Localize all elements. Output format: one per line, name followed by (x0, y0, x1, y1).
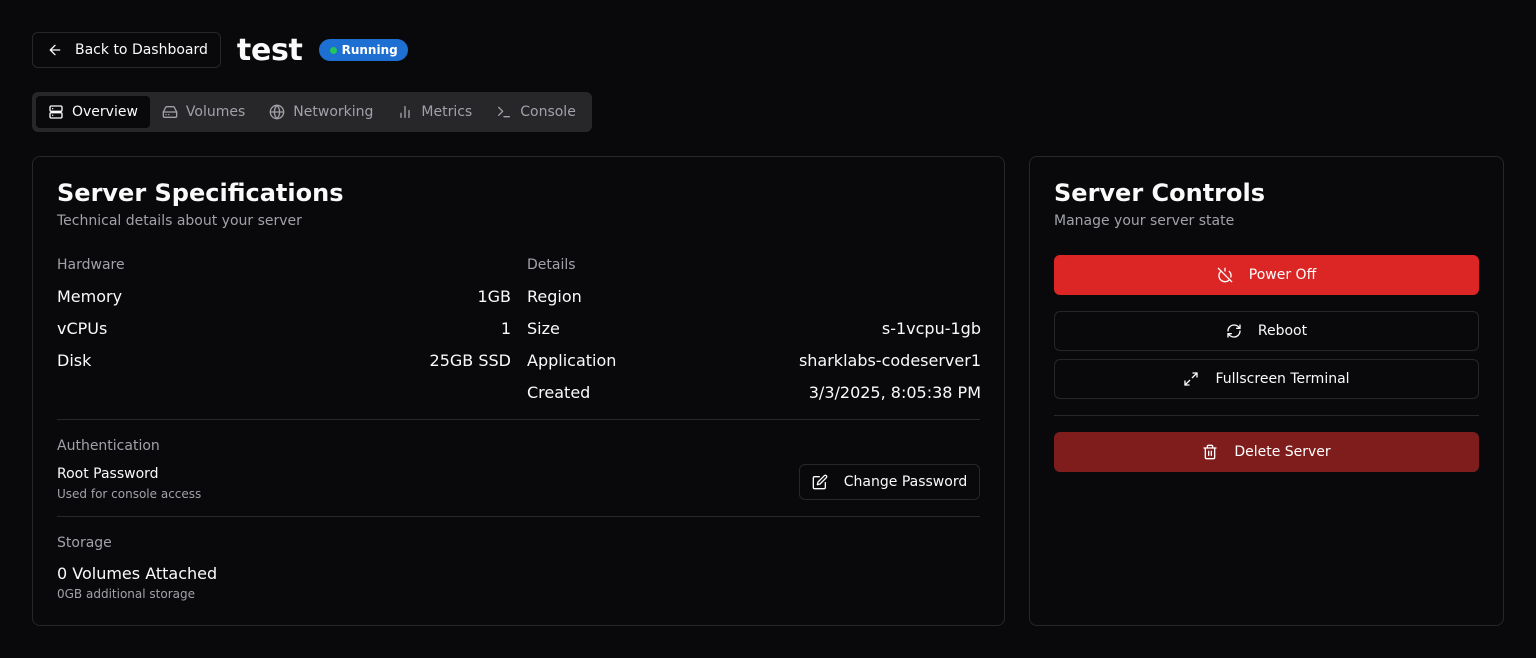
spec-row-application: Application sharklabs-codeserver1 (527, 348, 981, 372)
tab-metrics[interactable]: Metrics (385, 96, 484, 128)
status-dot-icon (329, 46, 337, 54)
tab-networking[interactable]: Networking (257, 96, 385, 128)
spec-row-region: Region (527, 284, 981, 308)
hardware-label: Hardware (57, 257, 125, 273)
divider (57, 419, 980, 420)
spec-key: Application (527, 350, 617, 370)
terminal-icon (496, 104, 512, 120)
spec-value: 1 (500, 318, 511, 338)
tab-label: Overview (72, 104, 138, 120)
trash-icon (1202, 444, 1218, 460)
spec-value: s-1vcpu-1gb (881, 318, 981, 338)
spec-value: 3/3/2025, 8:05:38 PM (808, 382, 981, 402)
back-to-dashboard-label: Back to Dashboard (75, 42, 208, 58)
page-header: Back to Dashboard test Running (32, 32, 408, 68)
root-password-subtitle: Used for console access (57, 487, 202, 501)
reboot-label: Reboot (1257, 323, 1308, 339)
spec-key: Created (527, 382, 591, 402)
power-off-icon (1217, 267, 1233, 283)
spec-key: vCPUs (57, 318, 108, 338)
delete-server-button[interactable]: Delete Server (1054, 432, 1479, 472)
spec-row-size: Size s-1vcpu-1gb (527, 316, 981, 340)
server-name-title: test (236, 32, 303, 68)
spec-row-disk: Disk 25GB SSD (57, 348, 511, 372)
tab-volumes[interactable]: Volumes (150, 96, 257, 128)
root-password-title: Root Password (57, 466, 159, 482)
details-label: Details (527, 257, 576, 273)
maximize-icon (1183, 371, 1199, 387)
storage-label: Storage (57, 535, 112, 551)
change-password-button[interactable]: Change Password (799, 464, 980, 500)
power-off-button[interactable]: Power Off (1054, 255, 1479, 295)
hard-drive-icon (162, 104, 178, 120)
tab-label: Metrics (421, 104, 473, 120)
spec-key: Memory (57, 286, 123, 306)
divider (57, 516, 980, 517)
divider (1054, 415, 1479, 416)
tab-label: Volumes (185, 104, 246, 120)
back-to-dashboard-button[interactable]: Back to Dashboard (32, 32, 221, 68)
refresh-icon (1226, 323, 1242, 339)
power-off-label: Power Off (1248, 267, 1317, 283)
spec-row-created: Created 3/3/2025, 8:05:38 PM (527, 380, 981, 404)
spec-row-memory: Memory 1GB (57, 284, 511, 308)
additional-storage-text: 0GB additional storage (57, 587, 195, 601)
change-password-label: Change Password (843, 474, 968, 490)
authentication-label: Authentication (57, 438, 160, 454)
tab-console[interactable]: Console (484, 96, 588, 128)
status-badge: Running (318, 39, 408, 61)
arrow-left-icon (47, 42, 63, 58)
tab-label: Console (520, 104, 576, 120)
card-description: Manage your server state (1054, 213, 1235, 229)
tab-bar: Overview Volumes Networking Metrics Cons… (32, 92, 592, 132)
card-title: Server Controls (1054, 179, 1266, 207)
fullscreen-terminal-label: Fullscreen Terminal (1215, 371, 1350, 387)
spec-key: Region (527, 286, 582, 306)
spec-value: 1GB (477, 286, 511, 306)
server-icon (48, 104, 64, 120)
spec-value: 25GB SSD (429, 350, 511, 370)
fullscreen-terminal-button[interactable]: Fullscreen Terminal (1054, 359, 1479, 399)
bar-chart-icon (397, 104, 413, 120)
spec-key: Size (527, 318, 560, 338)
reboot-button[interactable]: Reboot (1054, 311, 1479, 351)
spec-key: Disk (57, 350, 92, 370)
delete-server-label: Delete Server (1234, 444, 1331, 460)
spec-value: sharklabs-codeserver1 (798, 350, 981, 370)
tab-label: Networking (293, 104, 374, 120)
status-label: Running (341, 43, 398, 57)
volumes-attached-count: 0 Volumes Attached (57, 564, 218, 583)
globe-icon (269, 104, 285, 120)
edit-icon (812, 474, 828, 490)
spec-row-vcpus: vCPUs 1 (57, 316, 511, 340)
server-controls-card: Server Controls Manage your server state… (1029, 156, 1504, 626)
server-specifications-card: Server Specifications Technical details … (32, 156, 1005, 626)
card-title: Server Specifications (57, 179, 344, 207)
card-description: Technical details about your server (57, 213, 302, 229)
tab-overview[interactable]: Overview (36, 96, 150, 128)
